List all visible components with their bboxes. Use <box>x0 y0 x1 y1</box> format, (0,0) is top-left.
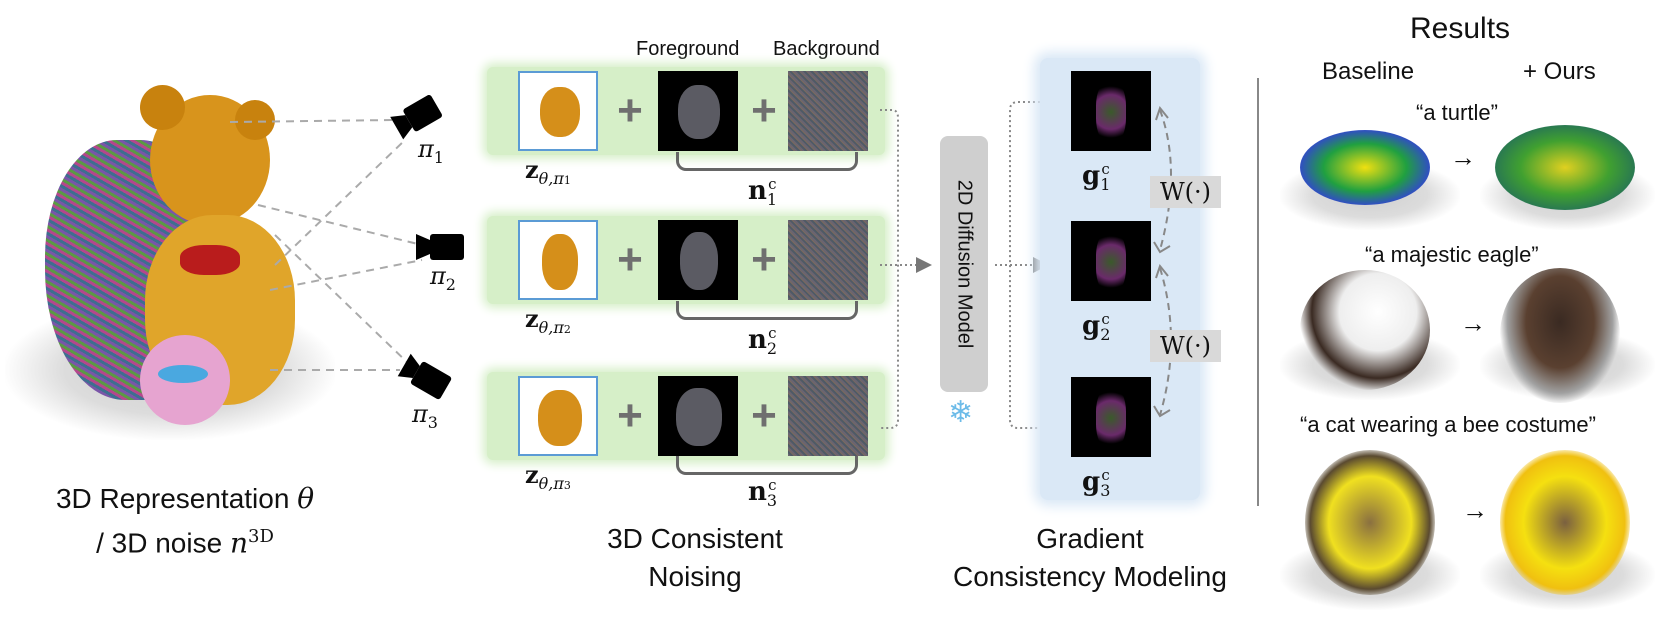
weight-arrows <box>1153 105 1172 418</box>
diffusion-model-box: 2D Diffusion Model <box>940 136 988 392</box>
z-label-1: zθ,π1 <box>525 155 571 188</box>
foreground-noise-2 <box>658 220 738 300</box>
ours-column-header: + Ours <box>1523 58 1596 85</box>
weight-function-2: W(·) <box>1150 330 1222 362</box>
weight-function-1: W(·) <box>1150 176 1222 208</box>
baseline-cat-image <box>1305 450 1435 595</box>
plus-sign: + <box>617 235 643 284</box>
background-header: Background <box>773 38 880 60</box>
rendered-view-2 <box>518 220 598 300</box>
plus-sign: + <box>617 391 643 440</box>
noise-brace <box>676 301 858 320</box>
plus-sign: + <box>751 86 777 135</box>
z-label-3: zθ,π3 <box>525 460 571 493</box>
noising-caption: 3D Consistent Noising <box>607 523 783 592</box>
camera-pose-label: π3 <box>412 400 438 432</box>
background-noise-3 <box>788 376 868 456</box>
baseline-column-header: Baseline <box>1322 58 1415 85</box>
snowflake-icon: ❄ <box>948 396 974 429</box>
ours-cat-image <box>1500 450 1630 595</box>
foreground-noise-1 <box>658 71 738 151</box>
g-label-3: g3c <box>1082 466 1111 500</box>
ours-eagle-image <box>1500 268 1620 403</box>
plus-sign: + <box>617 86 643 135</box>
background-noise-1 <box>788 71 868 151</box>
camera-icon <box>397 353 452 400</box>
camera-pose-label: π2 <box>430 262 456 294</box>
g-label-2: g2c <box>1082 310 1111 344</box>
arrow-icon: → <box>1462 495 1488 525</box>
results-title: Results <box>1410 12 1511 45</box>
camera-icon <box>390 95 442 140</box>
rendered-view-1 <box>518 71 598 151</box>
ours-turtle-image <box>1495 125 1635 210</box>
rendered-view-3 <box>518 376 598 456</box>
baseline-eagle-image <box>1300 270 1430 390</box>
representation-caption: 3D Representation θ / 3D noise n3D <box>55 482 315 560</box>
prompt-turtle: “a turtle” <box>1416 100 1498 125</box>
gradient-map-3 <box>1071 377 1151 457</box>
camera-icon <box>416 234 464 260</box>
background-noise-2 <box>788 220 868 300</box>
baseline-turtle-image <box>1300 130 1430 205</box>
gradient-caption: Gradient Consistency Modeling <box>953 523 1227 592</box>
plus-sign: + <box>751 391 777 440</box>
n-label-1: n1c <box>748 175 778 209</box>
plus-sign: + <box>751 235 777 284</box>
diffusion-model-label: 2D Diffusion Model <box>953 179 976 349</box>
prompt-cat: “a cat wearing a bee costume” <box>1300 412 1596 437</box>
gradient-map-1 <box>1071 71 1151 151</box>
n-label-2: n2c <box>748 324 778 358</box>
foreground-noise-3 <box>658 376 738 456</box>
section-divider <box>1257 78 1259 506</box>
noise-brace <box>676 456 858 475</box>
gradient-map-2 <box>1071 221 1151 301</box>
foreground-header: Foreground <box>636 38 740 60</box>
z-label-2: zθ,π2 <box>525 304 571 337</box>
g-label-1: g1c <box>1082 160 1111 194</box>
arrow-icon: → <box>1450 142 1476 172</box>
noise-brace <box>676 152 858 171</box>
prompt-eagle: “a majestic eagle” <box>1365 242 1539 267</box>
n-label-3: n3c <box>748 476 778 510</box>
camera-pose-label: π1 <box>418 135 444 167</box>
